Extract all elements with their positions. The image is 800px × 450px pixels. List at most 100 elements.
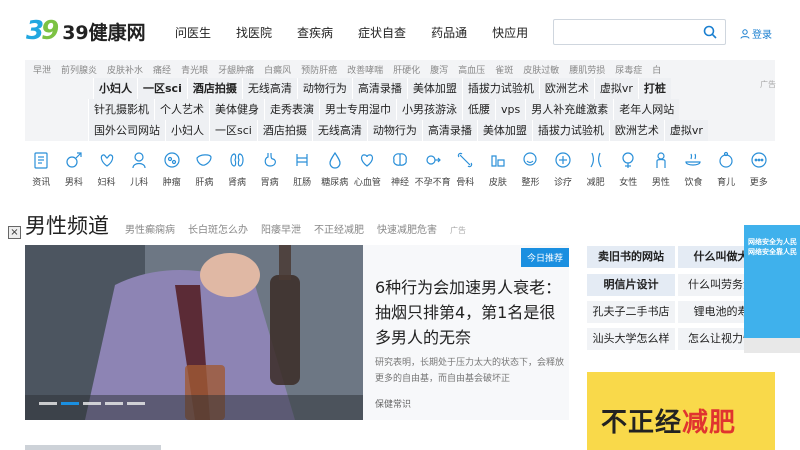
ad-keyword[interactable]: 男士专用湿巾 (319, 99, 396, 120)
ad-keyword[interactable]: 酒店拍摄 (256, 120, 312, 141)
hot-tag[interactable]: 痛经 (153, 63, 171, 76)
ad-keyword[interactable]: 老年人网站 (613, 99, 680, 120)
hot-tag[interactable]: 高血压 (458, 63, 485, 76)
carousel-dot[interactable] (127, 402, 145, 405)
close-icon[interactable]: × (8, 226, 21, 239)
side-link[interactable]: 汕头大学怎么样 (587, 328, 675, 350)
category-uterus[interactable]: 妇科 (90, 150, 123, 195)
category-man[interactable]: 男性 (645, 150, 678, 195)
ad-keyword[interactable]: 高清录播 (351, 78, 407, 99)
ad-keyword[interactable]: 国外公司网站 (88, 120, 165, 141)
ad-keyword[interactable]: 一区sci (209, 120, 257, 141)
category-tumor[interactable]: 肿瘤 (155, 150, 188, 195)
nav-item[interactable]: 查疾病 (297, 24, 333, 41)
hot-tag[interactable]: 肝硬化 (393, 63, 420, 76)
carousel-dot[interactable] (39, 402, 57, 405)
ad-keyword[interactable]: 高清录播 (421, 120, 477, 141)
ad-keyword[interactable]: 小妇人 (93, 78, 137, 99)
hot-tag[interactable]: 白 (652, 63, 661, 76)
hot-tag[interactable]: 腹泻 (430, 63, 448, 76)
ad-keyword[interactable]: 针孔摄影机 (88, 99, 154, 120)
site-logo[interactable]: 39 39健康网 (26, 16, 146, 46)
hot-tag[interactable]: 皮肤过敏 (523, 63, 559, 76)
ad-keyword[interactable]: 虚拟vr (593, 78, 638, 99)
carousel-dot[interactable] (105, 402, 123, 405)
ad-keyword[interactable]: 一区sci (137, 78, 187, 99)
channel-link[interactable]: 男性癫痫病 (125, 221, 175, 236)
category-baby[interactable]: 育儿 (710, 150, 743, 195)
category-female[interactable]: 女性 (612, 150, 645, 195)
channel-link[interactable]: 长白斑怎么办 (188, 221, 248, 236)
ad-keyword[interactable]: vps (495, 99, 526, 120)
hot-tag[interactable]: 白癜风 (264, 63, 291, 76)
ad-keyword[interactable]: 打桩 (637, 78, 671, 99)
ad-keyword[interactable]: 个人艺术 (154, 99, 209, 120)
diet-banner[interactable]: 不正经减肥 (587, 372, 775, 450)
hero-image[interactable] (25, 245, 363, 420)
nav-item[interactable]: 药品通 (431, 24, 467, 41)
hot-tag[interactable]: 早泄 (33, 63, 51, 76)
hot-tag[interactable]: 雀斑 (495, 63, 513, 76)
category-liver[interactable]: 肝病 (188, 150, 221, 195)
category-drop[interactable]: 糖尿病 (318, 150, 351, 195)
side-link[interactable]: 明信片设计 (587, 274, 675, 296)
ad-keyword[interactable]: 男人补充雌激素 (525, 99, 614, 120)
category-child[interactable]: 儿科 (123, 150, 156, 195)
channel-link[interactable]: 阳痿早泄 (261, 221, 301, 236)
ad-keyword[interactable]: 虚拟vr (663, 120, 708, 141)
featured-tag[interactable]: 保健常识 (375, 397, 411, 410)
ad-keyword[interactable]: 动物行为 (366, 120, 422, 141)
category-male[interactable]: 男科 (58, 150, 91, 195)
hot-tag[interactable]: 皮肤补水 (107, 63, 143, 76)
category-brain[interactable]: 神经 (384, 150, 417, 195)
category-bone[interactable]: 骨科 (449, 150, 482, 195)
category-stomach[interactable]: 胃病 (253, 150, 286, 195)
ad-keyword[interactable]: 低腰 (462, 99, 495, 120)
carousel-dot[interactable] (83, 402, 101, 405)
search-icon[interactable] (703, 25, 717, 39)
ad-keyword[interactable]: 酒店拍摄 (186, 78, 242, 99)
category-cross[interactable]: 诊疗 (547, 150, 580, 195)
ad-keyword[interactable]: 无线高清 (311, 120, 367, 141)
channel-link[interactable]: 不正经减肥 (314, 221, 364, 236)
ad-keyword[interactable]: 无线高清 (241, 78, 297, 99)
ad-keyword[interactable]: 美体加盟 (476, 120, 532, 141)
category-fertility[interactable]: 不孕不育 (415, 150, 451, 195)
category-news[interactable]: 资讯 (25, 150, 58, 195)
carousel-dot-active[interactable] (61, 402, 79, 405)
ad-keyword[interactable]: 插拔力试验机 (461, 78, 539, 99)
category-skin[interactable]: 皮肤 (482, 150, 515, 195)
ad-keyword[interactable]: 欧洲艺术 (608, 120, 664, 141)
category-kidney[interactable]: 肾病 (221, 150, 254, 195)
featured-title[interactable]: 6种行为会加速男人衰老：抽烟只排第4，第1名是很多男人的无奈 (375, 275, 565, 350)
hot-tag[interactable]: 腰肌劳损 (569, 63, 605, 76)
ad-keyword[interactable]: 美体加盟 (406, 78, 462, 99)
side-link[interactable]: 孔夫子二手书店 (587, 301, 675, 323)
ad-keyword[interactable]: 插拔力试验机 (531, 120, 609, 141)
hot-tag[interactable]: 改善哮喘 (347, 63, 383, 76)
ad-keyword[interactable]: 欧洲艺术 (538, 78, 594, 99)
category-heart[interactable]: 心血管 (351, 150, 384, 195)
ad-keyword[interactable]: 走秀表演 (264, 99, 319, 120)
ad-keyword[interactable]: 美体健身 (209, 99, 264, 120)
category-waist[interactable]: 减肥 (579, 150, 612, 195)
login-link[interactable]: 登录 (740, 26, 772, 41)
nav-item[interactable]: 快应用 (492, 24, 528, 41)
category-intestine[interactable]: 肛肠 (286, 150, 319, 195)
hot-tag[interactable]: 牙龈肿痛 (218, 63, 254, 76)
nav-item[interactable]: 症状自查 (358, 24, 406, 41)
category-food[interactable]: 饮食 (677, 150, 710, 195)
channel-link[interactable]: 快速减肥危害 (377, 221, 437, 236)
ad-keyword[interactable]: 小妇人 (165, 120, 209, 141)
side-link[interactable]: 卖旧书的网站 (587, 246, 675, 268)
next-article-thumb[interactable] (25, 445, 161, 450)
category-face[interactable]: 整形 (514, 150, 547, 195)
category-more[interactable]: 更多 (742, 150, 775, 195)
hot-tag[interactable]: 青光眼 (181, 63, 208, 76)
search-input[interactable] (553, 19, 726, 45)
nav-item[interactable]: 问医生 (175, 24, 211, 41)
floating-ad[interactable]: 网络安全为人民 网络安全靠人民 (744, 225, 800, 353)
hot-tag[interactable]: 前列腺炎 (61, 63, 97, 76)
hot-tag[interactable]: 尿毒症 (615, 63, 642, 76)
featured-article[interactable]: 今日推荐 6种行为会加速男人衰老：抽烟只排第4，第1名是很多男人的无奈 研究表明… (363, 245, 569, 420)
